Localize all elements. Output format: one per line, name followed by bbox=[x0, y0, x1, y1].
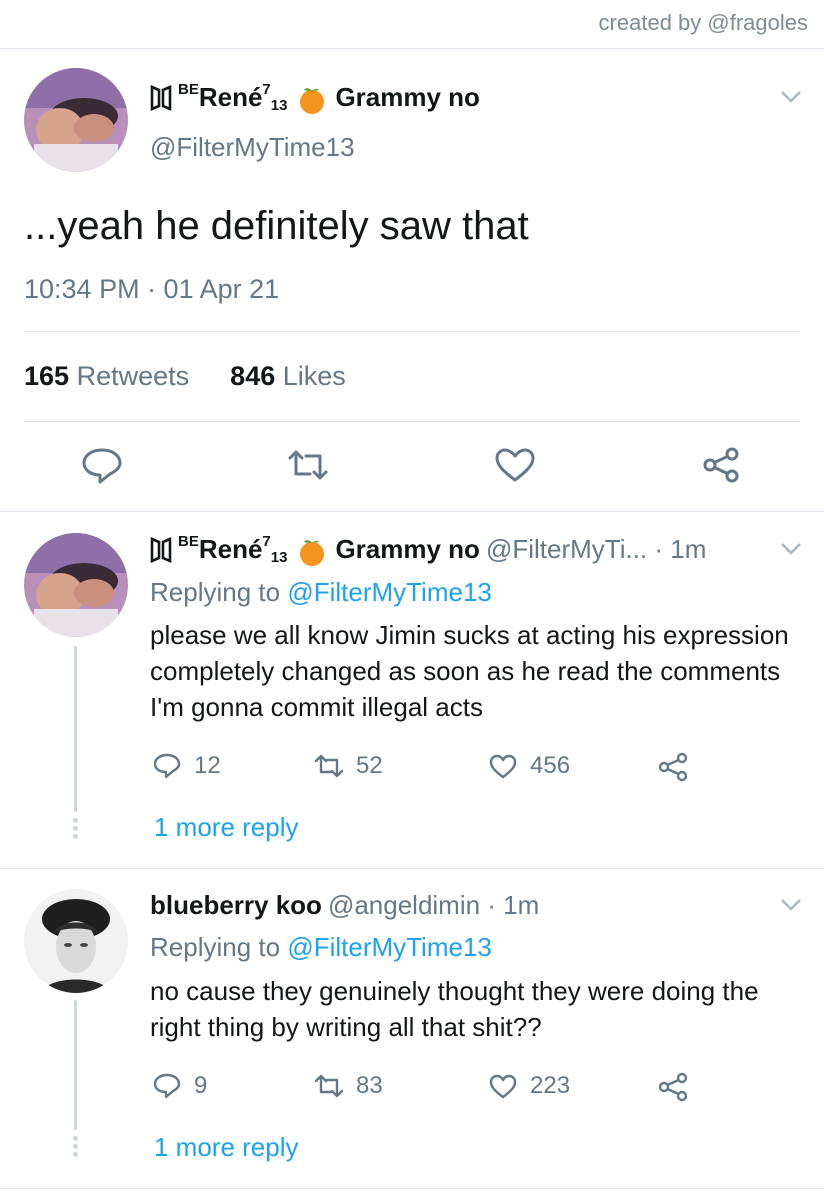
handle-time: @FilterMyTi... · 1m bbox=[485, 534, 707, 564]
thread-line bbox=[74, 1000, 77, 1130]
top-divider bbox=[0, 48, 824, 49]
reply-icon[interactable] bbox=[80, 446, 124, 484]
reply-count: 9 bbox=[194, 1072, 208, 1099]
like-count: 223 bbox=[530, 1072, 571, 1099]
reply-count: 12 bbox=[194, 752, 221, 779]
replying-to-link[interactable]: @FilterMyTime13 bbox=[287, 577, 492, 607]
reply-button[interactable]: 12 bbox=[152, 752, 221, 780]
handle[interactable]: @FilterMyTime13 bbox=[150, 132, 355, 163]
thread-dots bbox=[73, 818, 78, 842]
reply-avatar[interactable] bbox=[24, 889, 128, 993]
more-replies-link[interactable]: 1 more reply bbox=[154, 812, 299, 843]
share-icon[interactable] bbox=[656, 752, 690, 782]
divider bbox=[0, 1188, 824, 1189]
tweet-text: ...yeah he definitely saw that bbox=[24, 204, 529, 248]
name-suffix: Grammy no bbox=[335, 534, 480, 564]
divider bbox=[24, 331, 800, 332]
name-sup: 7 bbox=[262, 81, 271, 98]
chevron-down-icon[interactable] bbox=[780, 90, 802, 104]
thread-dots bbox=[73, 1136, 78, 1160]
name-sub: 13 bbox=[270, 549, 288, 566]
divider bbox=[0, 868, 824, 869]
retweet-button[interactable]: 52 bbox=[314, 752, 383, 780]
reply-text: please we all know Jimin sucks at acting… bbox=[150, 620, 789, 722]
display-name[interactable]: BE René 7 13 Grammy no bbox=[150, 81, 480, 115]
group-logo-icon bbox=[150, 84, 172, 111]
reply-avatar[interactable] bbox=[24, 533, 128, 637]
replying-to-link[interactable]: @FilterMyTime13 bbox=[287, 932, 492, 962]
reply-text: no cause they genuinely thought they wer… bbox=[150, 976, 759, 1042]
replying-prefix: Replying to bbox=[150, 577, 281, 607]
name-prefix: BE bbox=[178, 533, 199, 550]
chevron-down-icon[interactable] bbox=[780, 898, 802, 912]
retweet-count: 165 bbox=[24, 361, 70, 391]
retweet-button[interactable]: 83 bbox=[314, 1072, 383, 1100]
reply-button[interactable]: 9 bbox=[152, 1072, 207, 1100]
like-button[interactable]: 223 bbox=[488, 1072, 570, 1100]
divider bbox=[24, 421, 800, 422]
retweet-icon bbox=[314, 1074, 344, 1098]
tangerine-icon bbox=[297, 85, 327, 115]
avatar[interactable] bbox=[24, 68, 128, 172]
reply-header[interactable]: blueberry koo @angeldimin · 1m bbox=[150, 890, 539, 921]
divider bbox=[0, 511, 824, 512]
handle-time: @angeldimin · 1m bbox=[327, 890, 540, 920]
name-sub: 13 bbox=[270, 97, 288, 114]
replying-to: Replying to @FilterMyTime13 bbox=[150, 577, 492, 608]
more-replies-link[interactable]: 1 more reply bbox=[154, 1132, 299, 1163]
chevron-down-icon[interactable] bbox=[780, 542, 802, 556]
name-prefix: BE bbox=[178, 81, 199, 98]
name-text: René bbox=[198, 82, 263, 112]
replying-to: Replying to @FilterMyTime13 bbox=[150, 932, 492, 963]
reply-icon bbox=[153, 1073, 181, 1099]
tweet-stats: 165 Retweets 846 Likes bbox=[24, 361, 346, 392]
like-icon[interactable] bbox=[493, 446, 537, 484]
like-count: 846 bbox=[230, 361, 276, 391]
like-button[interactable]: 456 bbox=[488, 752, 570, 780]
like-label[interactable]: Likes bbox=[283, 361, 346, 391]
like-count: 456 bbox=[530, 752, 571, 779]
name-suffix: Grammy no bbox=[335, 82, 480, 112]
reply-header[interactable]: BE René 7 13 Grammy no @FilterMyTi... · … bbox=[150, 533, 707, 567]
name-sup: 7 bbox=[262, 533, 271, 550]
name-text: René bbox=[198, 534, 263, 564]
thread-line bbox=[74, 646, 77, 812]
reply-icon bbox=[153, 753, 181, 779]
credit-text: created by @fragoles bbox=[598, 10, 808, 35]
retweet-count: 52 bbox=[356, 752, 383, 779]
retweet-icon[interactable] bbox=[286, 446, 330, 484]
retweet-count: 83 bbox=[356, 1072, 383, 1099]
retweet-label[interactable]: Retweets bbox=[77, 361, 190, 391]
display-name: blueberry koo bbox=[150, 890, 322, 920]
share-icon[interactable] bbox=[700, 446, 744, 484]
group-logo-icon bbox=[150, 536, 172, 563]
tangerine-icon bbox=[297, 537, 327, 567]
retweet-icon bbox=[314, 754, 344, 778]
like-icon bbox=[489, 1074, 517, 1099]
like-icon bbox=[489, 754, 517, 779]
share-icon[interactable] bbox=[656, 1072, 690, 1102]
replying-prefix: Replying to bbox=[150, 932, 281, 962]
tweet-timestamp: 10:34 PM · 01 Apr 21 bbox=[24, 274, 280, 304]
